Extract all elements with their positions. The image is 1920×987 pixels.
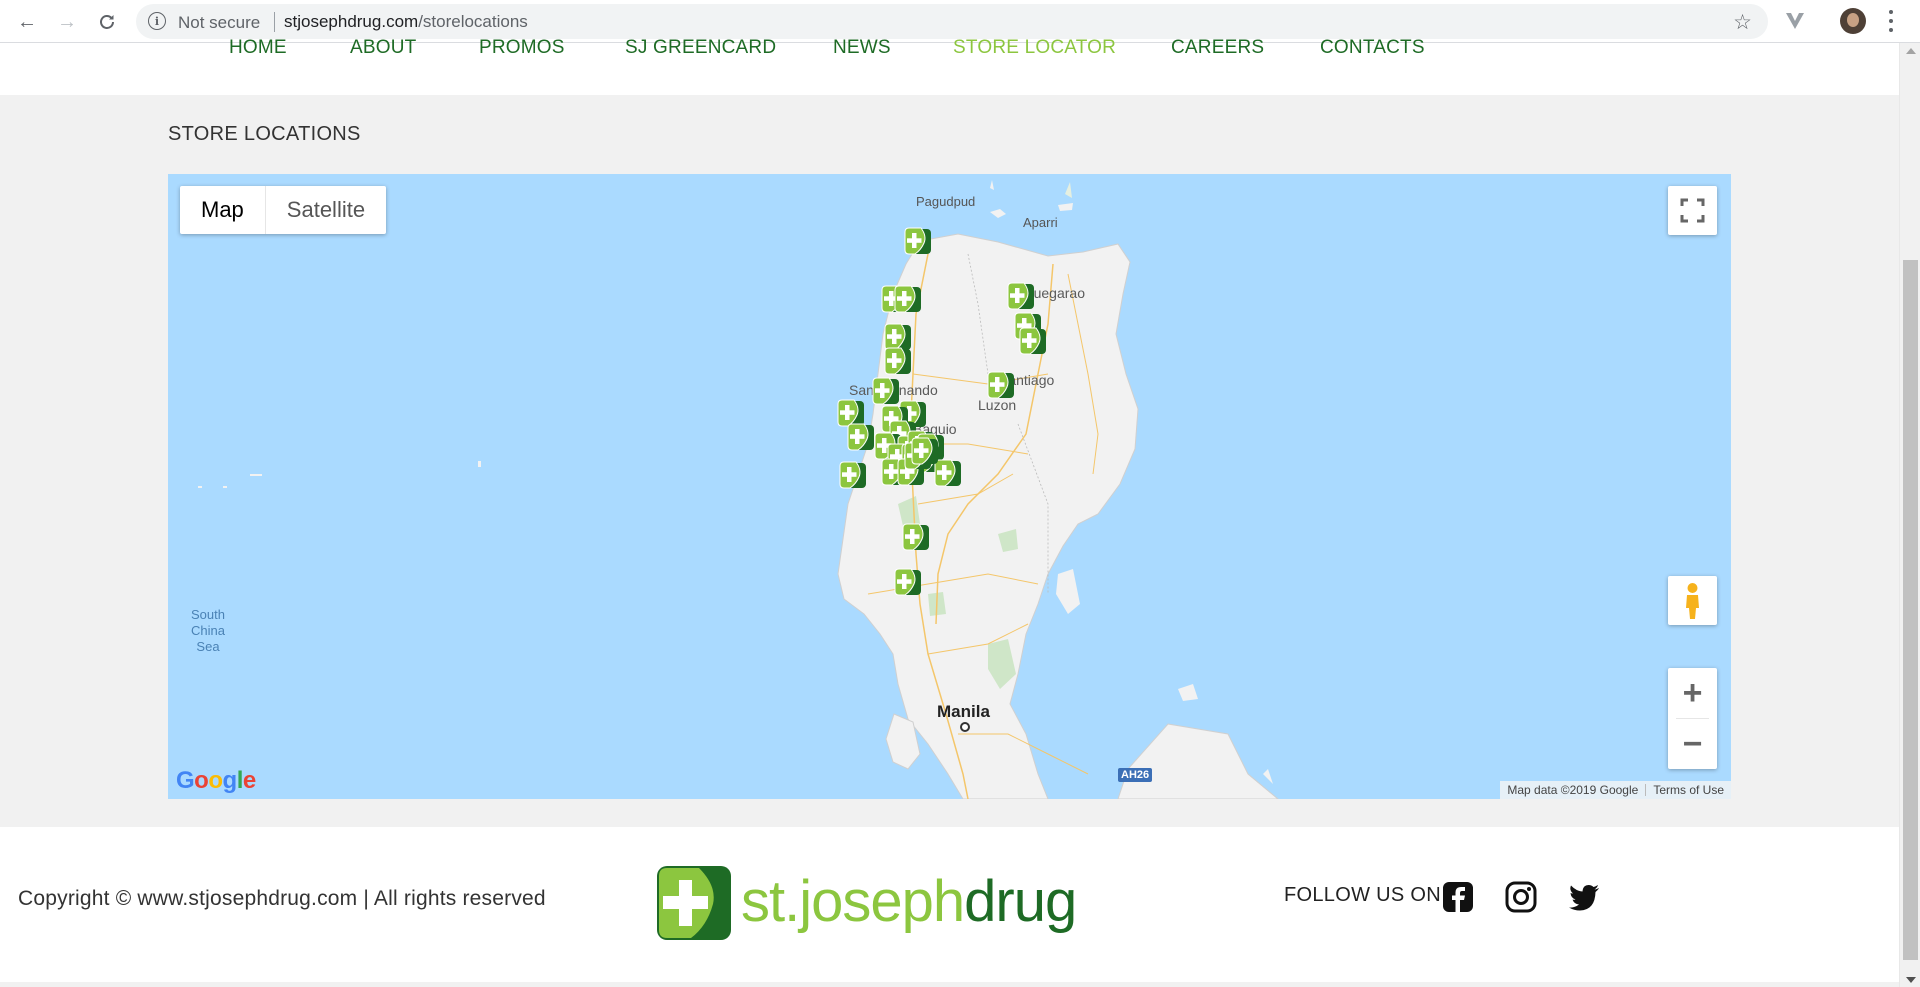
fullscreen-button[interactable] — [1668, 186, 1717, 235]
pegman-icon — [1686, 583, 1699, 619]
store-marker-icon[interactable] — [910, 436, 940, 466]
nav-contacts[interactable]: CONTACTS — [1320, 37, 1425, 59]
store-marker-icon[interactable] — [986, 370, 1016, 400]
info-icon[interactable]: i — [148, 12, 166, 30]
brand-name-part1: st.joseph — [741, 869, 965, 934]
brand-cross-icon — [657, 866, 731, 940]
fullscreen-icon — [1680, 198, 1705, 223]
nav-careers[interactable]: CAREERS — [1171, 37, 1264, 59]
nav-home[interactable]: HOME — [229, 37, 287, 59]
follow-us-label: FOLLOW US ON — [1284, 884, 1441, 906]
reload-icon — [100, 15, 114, 29]
terms-of-use-link[interactable]: Terms of Use — [1646, 783, 1731, 797]
zoom-out-button[interactable]: − — [1668, 719, 1717, 769]
profile-avatar[interactable] — [1840, 8, 1866, 34]
map-data-credit[interactable]: Map data ©2019 Google — [1500, 783, 1645, 797]
store-map[interactable]: Pagudpud Aparri Tuguegarao Santiago San … — [168, 174, 1731, 799]
zoom-in-button[interactable]: + — [1668, 668, 1717, 718]
scrollbar-thumb[interactable] — [1903, 260, 1918, 960]
scroll-up-icon[interactable] — [1906, 48, 1916, 54]
browser-menu-icon[interactable] — [1888, 10, 1894, 32]
store-marker-icon[interactable] — [893, 284, 923, 314]
store-marker-icon[interactable] — [846, 422, 876, 452]
url-host: stjosephdrug.com — [284, 12, 419, 31]
extension-icon[interactable] — [1784, 10, 1806, 32]
nav-promos[interactable]: PROMOS — [479, 37, 565, 59]
page-scrollbar[interactable] — [1899, 43, 1920, 987]
store-marker-icon[interactable] — [1018, 326, 1048, 356]
street-view-button[interactable] — [1668, 576, 1717, 625]
twitter-icon[interactable] — [1567, 880, 1601, 914]
google-logo[interactable]: Google — [176, 767, 256, 795]
map-type-control: Map Satellite — [180, 186, 387, 234]
brand-name-part2: drug — [964, 869, 1077, 934]
label-manila: Manila — [937, 702, 990, 721]
bookmark-star-icon[interactable]: ☆ — [1733, 10, 1752, 35]
map-type-satellite-button[interactable]: Satellite — [266, 186, 386, 234]
nav-news[interactable]: NEWS — [833, 37, 891, 59]
nav-sj-greencard[interactable]: SJ GREENCARD — [625, 37, 776, 59]
nav-about[interactable]: ABOUT — [350, 37, 416, 59]
zoom-control: + − — [1668, 668, 1717, 769]
reload-button[interactable] — [94, 9, 120, 35]
scroll-down-icon[interactable] — [1906, 977, 1916, 983]
highway-shield: AH26 — [1118, 768, 1153, 782]
address-bar[interactable]: i Not secure stjosephdrug.com/storelocat… — [136, 4, 1768, 39]
nav-store-locator[interactable]: STORE LOCATOR — [953, 37, 1116, 59]
url-text[interactable]: stjosephdrug.com/storelocations — [284, 12, 528, 32]
omnibox-divider — [274, 12, 275, 32]
site-footer: Copyright © www.stjosephdrug.com | All r… — [0, 827, 1899, 982]
forward-button[interactable]: → — [54, 9, 80, 35]
map-type-map-button[interactable]: Map — [180, 186, 266, 234]
store-marker-icon[interactable] — [901, 522, 931, 552]
back-button[interactable]: ← — [14, 9, 40, 35]
label-pagudpud: Pagudpud — [916, 194, 976, 209]
label-south-china-sea: South China Sea — [191, 607, 225, 654]
main-navigation: HOME ABOUT PROMOS SJ GREENCARD NEWS STOR… — [0, 37, 1899, 95]
brand-wordmark: st.josephdrug — [741, 866, 1077, 938]
copyright-text: Copyright © www.stjosephdrug.com | All r… — [18, 887, 546, 910]
store-marker-icon[interactable] — [1006, 281, 1036, 311]
store-marker-icon[interactable] — [871, 376, 901, 406]
page-title: STORE LOCATIONS — [168, 123, 361, 145]
map-attribution: Map data ©2019 Google Terms of Use — [1500, 781, 1731, 799]
store-marker-icon[interactable] — [883, 346, 913, 376]
store-marker-icon[interactable] — [838, 460, 868, 490]
instagram-icon[interactable] — [1504, 880, 1538, 914]
security-label: Not secure — [178, 13, 261, 32]
store-marker-icon[interactable] — [903, 226, 933, 256]
manila-dot-icon — [960, 722, 970, 732]
url-path: /storelocations — [418, 12, 528, 31]
facebook-icon[interactable] — [1441, 880, 1475, 914]
store-marker-icon[interactable] — [893, 567, 923, 597]
label-aparri: Aparri — [1023, 215, 1058, 230]
